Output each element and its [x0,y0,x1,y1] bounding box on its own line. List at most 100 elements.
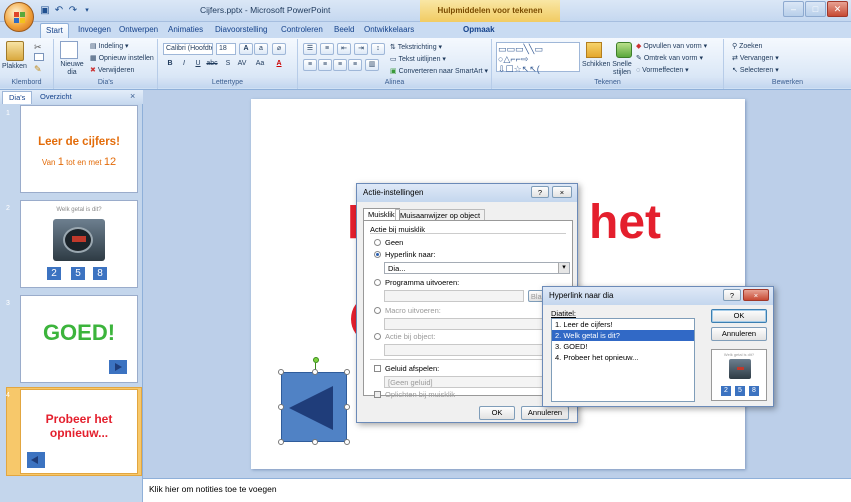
resize-handle[interactable] [312,369,318,375]
shape-outline-button[interactable]: ✎ Omtrek van vorm ▾ [636,54,703,62]
font-color-icon[interactable]: A [272,59,286,71]
tab-opmaak[interactable]: Opmaak [458,23,500,38]
justify-icon[interactable]: ≡ [348,59,362,71]
tab-diavoorstelling[interactable]: Diavoorstelling [210,23,272,38]
cancel-button[interactable]: Annuleren [711,327,767,341]
find-button[interactable]: ⚲ Zoeken [732,42,762,50]
new-slide-button[interactable]: Nieuwe dia [59,61,85,77]
font-size-combo[interactable]: 18 [216,43,236,55]
align-left-icon[interactable]: ≡ [303,59,317,71]
list-item[interactable]: 1. Leer de cijfers! [552,319,694,330]
tab-controleren[interactable]: Controleren [276,23,328,38]
char-spacing-icon[interactable]: AV [235,59,249,71]
radio-none[interactable] [374,239,381,246]
shrink-font-icon[interactable]: a [254,43,268,55]
resize-handle[interactable] [278,369,284,375]
bold-icon[interactable]: B [163,59,177,71]
italic-icon[interactable]: I [177,59,191,71]
back-arrow-shape[interactable] [281,372,347,442]
slide-title-text[interactable]: het [589,195,661,250]
decrease-indent-icon[interactable]: ⇤ [337,43,351,55]
line-spacing-icon[interactable]: ↕ [371,43,385,55]
redo-icon[interactable]: ↷ [66,4,80,18]
change-case-icon[interactable]: Aa [253,59,267,71]
quick-styles-icon[interactable] [616,42,632,58]
delete-slide-button[interactable]: ✖ Verwijderen [90,66,134,74]
paste-button[interactable]: Plakken [2,63,27,70]
align-text-button[interactable]: ▭ Tekst uitlijnen ▾ [390,55,446,63]
ok-button[interactable]: OK [479,406,515,420]
rotation-handle[interactable] [313,357,319,363]
slide-thumbnail-3[interactable]: GOED! [20,295,138,383]
office-button[interactable] [4,2,34,32]
qat-customize-icon[interactable]: ▾ [80,4,94,18]
numbering-icon[interactable]: ≡ [320,43,334,55]
resize-handle[interactable] [278,404,284,410]
align-center-icon[interactable]: ≡ [318,59,332,71]
ok-button[interactable]: OK [711,309,767,323]
smartart-button[interactable]: ▣ Converteren naar SmartArt ▾ [390,67,488,75]
hyperlink-select[interactable]: Dia... ▾ [384,262,570,274]
tab-outline[interactable]: Overzicht [34,91,78,104]
select-button[interactable]: ↖ Selecteren ▾ [732,66,779,74]
save-icon[interactable]: ▣ [38,4,52,18]
tab-invoegen[interactable]: Invoegen [73,23,116,38]
help-button[interactable]: ? [723,289,741,301]
list-item[interactable]: 3. GOED! [552,341,694,352]
new-slide-icon[interactable] [60,41,78,59]
program-input[interactable] [384,290,524,302]
slide-thumbnail-1[interactable]: Leer de cijfers! Van 1 tot en met 12 [20,105,138,193]
layout-button[interactable]: ▤ Indeling ▾ [90,42,129,50]
shapes-gallery[interactable]: ▭▭▭╲╲▭ ○△⌐⌐⇨ ⇩☐☆↖↖( [496,42,580,74]
radio-hyperlink[interactable] [374,251,381,258]
align-right-icon[interactable]: ≡ [333,59,347,71]
arrange-icon[interactable] [586,42,602,58]
tab-ontwikkelaars[interactable]: Ontwikkelaars [359,23,419,38]
copy-icon[interactable] [34,53,44,61]
resize-handle[interactable] [344,369,350,375]
quick-styles-button[interactable]: Snelle stijlen [610,61,634,77]
shape-fill-button[interactable]: ◆ Opvullen van vorm ▾ [636,42,707,50]
cut-icon[interactable]: ✂ [34,42,44,52]
radio-program[interactable] [374,279,381,286]
resize-handle[interactable] [312,439,318,445]
cancel-button[interactable]: Annuleren [521,406,569,420]
tab-animaties[interactable]: Animaties [163,23,208,38]
format-painter-icon[interactable]: ✎ [34,64,44,74]
resize-handle[interactable] [344,439,350,445]
replace-button[interactable]: ⇄ Vervangen ▾ [732,54,779,62]
dialog-close-button[interactable]: × [552,186,572,198]
arrange-button[interactable]: Schikken [582,61,610,68]
columns-icon[interactable]: ▥ [365,59,379,71]
text-direction-button[interactable]: ⇅ Tekstrichting ▾ [390,43,442,51]
slide-thumbnail-2[interactable]: Welk getal is dit? 2 5 8 [20,200,138,288]
dialog-close-button[interactable]: × [743,289,769,301]
list-item-selected[interactable]: 2. Welk getal is dit? [552,330,694,341]
clear-format-icon[interactable]: ⌀ [272,43,286,55]
tab-ontwerpen[interactable]: Ontwerpen [114,23,163,38]
resize-handle[interactable] [278,439,284,445]
underline-icon[interactable]: U [191,59,205,71]
tab-start[interactable]: Start [40,23,69,38]
list-item[interactable]: 4. Probeer het opnieuw... [552,352,694,363]
minimize-button[interactable]: – [783,1,804,17]
slide-title-list[interactable]: 1. Leer de cijfers! 2. Welk getal is dit… [551,318,695,402]
maximize-button[interactable]: □ [805,1,826,17]
help-button[interactable]: ? [531,186,549,198]
pane-close-icon[interactable]: × [130,91,135,101]
radio-object-action[interactable] [374,333,381,340]
tab-slides[interactable]: Dia's [2,91,33,104]
reset-button[interactable]: ▦ Opnieuw instellen [90,54,154,62]
radio-macro[interactable] [374,307,381,314]
highlight-checkbox[interactable] [374,391,381,398]
notes-pane[interactable]: Klik hier om notities toe te voegen [143,478,851,502]
paste-icon[interactable] [6,41,24,61]
strikethrough-icon[interactable]: abc [205,59,219,71]
shape-effects-button[interactable]: ◌ Vormeffecten ▾ [636,66,689,74]
bullets-icon[interactable]: ☰ [303,43,317,55]
grow-font-icon[interactable]: A [239,43,253,55]
font-name-combo[interactable]: Calibri (Hoofdtek [163,43,213,55]
close-button[interactable]: ✕ [827,1,848,17]
tab-beeld[interactable]: Beeld [329,23,359,38]
slide-thumbnail-4[interactable]: Probeer het opnieuw... [20,389,138,474]
